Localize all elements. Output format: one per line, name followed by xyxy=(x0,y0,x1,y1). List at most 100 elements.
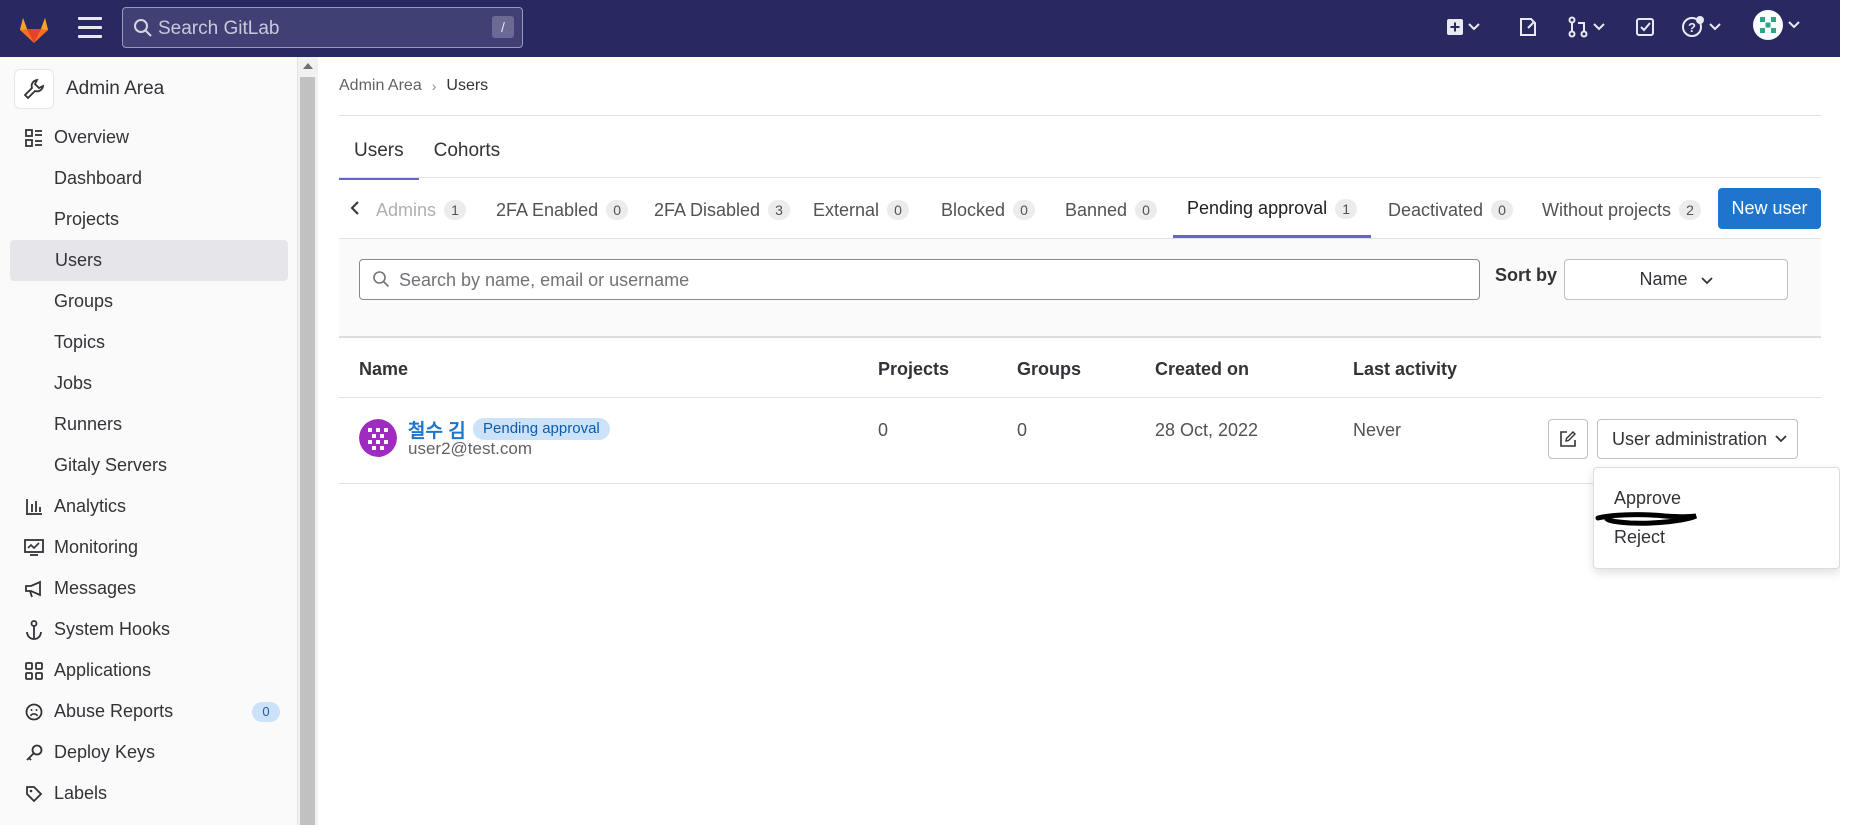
todo-check-glyph xyxy=(1636,18,1654,36)
todos-icon[interactable] xyxy=(1635,14,1655,40)
tab-banned[interactable]: Banned 0 xyxy=(1065,182,1158,238)
tab-2fa-enabled[interactable]: 2FA Enabled 0 xyxy=(496,182,629,238)
sidebar-item-gitaly-servers[interactable]: Gitaly Servers xyxy=(0,445,298,486)
issues-glyph xyxy=(1520,18,1536,36)
monitoring-icon xyxy=(22,536,46,560)
tab-count: 1 xyxy=(444,200,467,220)
scroll-up-arrow-icon[interactable] xyxy=(303,63,313,69)
sidebar-item-label: Projects xyxy=(54,209,120,229)
sort-value: Name xyxy=(1639,269,1688,289)
sidebar-item-label: Overview xyxy=(54,127,130,147)
user-avatar[interactable] xyxy=(359,419,397,457)
tab-label: Admins xyxy=(376,199,437,220)
search-placeholder: Search GitLab xyxy=(158,18,280,39)
tab-count: 1 xyxy=(1335,198,1358,219)
user-administration-label: User administration xyxy=(1612,428,1768,449)
tab-external[interactable]: External 0 xyxy=(813,182,910,238)
tab-admins[interactable]: Admins 1 xyxy=(376,182,467,238)
sidebar-item-label: Abuse Reports xyxy=(54,701,174,721)
hamburger-icon[interactable] xyxy=(78,17,102,39)
sidebar-header[interactable]: Admin Area xyxy=(14,69,164,109)
breadcrumb-root-link[interactable]: Admin Area xyxy=(339,77,422,95)
hook-icon xyxy=(22,618,46,642)
cell-created-on: 28 Oct, 2022 xyxy=(1155,420,1259,440)
table-header: Name Projects Groups Created on Last act… xyxy=(339,340,1821,398)
main-content: Admin Area › Users Users Cohorts Admins 1… xyxy=(318,57,1840,825)
tab-2fa-disabled[interactable]: 2FA Disabled 3 xyxy=(654,182,791,238)
sidebar-item-labels[interactable]: Labels xyxy=(0,773,298,814)
sidebar-item-analytics[interactable]: Analytics xyxy=(0,486,298,527)
sidebar-title: Admin Area xyxy=(66,78,165,99)
cell-last-activity: Never xyxy=(1353,420,1402,440)
hand-drawn-underline-mark xyxy=(1595,512,1698,526)
column-header-projects: Projects xyxy=(878,359,950,379)
user-menu[interactable] xyxy=(1752,10,1800,40)
tab-count: 3 xyxy=(768,200,791,220)
sidebar-item-applications[interactable]: Applications xyxy=(0,650,298,691)
help-menu[interactable]: ? xyxy=(1681,14,1721,40)
user-email: user2@test.com xyxy=(408,439,533,458)
breadcrumb-chevron-icon: › xyxy=(431,78,437,94)
chevron-down-icon xyxy=(1593,23,1605,31)
scroll-left-chevron-icon[interactable] xyxy=(349,200,361,216)
page-tabs: Users Cohorts xyxy=(339,137,515,180)
sidebar-item-abuse-reports[interactable]: Abuse Reports 0 xyxy=(0,691,298,732)
help-icon: ? xyxy=(1682,16,1704,37)
new-user-button[interactable]: New user xyxy=(1718,188,1821,229)
merge-requests-icon[interactable] xyxy=(1567,14,1605,40)
tab-label: Without projects xyxy=(1542,199,1672,220)
tab-label: Banned xyxy=(1065,199,1128,220)
sidebar-item-dashboard[interactable]: Dashboard xyxy=(0,158,298,199)
edit-user-button[interactable] xyxy=(1548,419,1588,459)
chevron-down-icon xyxy=(1709,23,1721,31)
sidebar-item-projects[interactable]: Projects xyxy=(0,199,298,240)
sort-dropdown[interactable]: Name xyxy=(1564,259,1788,300)
divider xyxy=(339,177,1821,178)
issues-icon[interactable] xyxy=(1518,14,1538,40)
sidebar-nav: Overview Dashboard Projects Users Groups… xyxy=(0,117,298,814)
tab-count: 0 xyxy=(887,200,910,220)
user-search-input[interactable]: Search by name, email or username xyxy=(359,259,1480,300)
sidebar-item-deploy-keys[interactable]: Deploy Keys xyxy=(0,732,298,773)
sidebar-item-runners[interactable]: Runners xyxy=(0,404,298,445)
sidebar-item-messages[interactable]: Messages xyxy=(0,568,298,609)
overview-icon xyxy=(22,126,46,150)
tab-cohorts[interactable]: Cohorts xyxy=(419,137,516,180)
tab-label: 2FA Enabled xyxy=(496,199,599,220)
scrollbar-thumb[interactable] xyxy=(300,77,315,825)
filter-bar: Search by name, email or username Sort b… xyxy=(339,239,1821,338)
sidebar-item-users[interactable]: Users xyxy=(10,240,288,281)
tab-pending-approval[interactable]: Pending approval 1 xyxy=(1173,182,1372,238)
tab-count: 0 xyxy=(1135,200,1158,220)
sidebar-item-label: Dashboard xyxy=(54,168,143,188)
tab-deactivated[interactable]: Deactivated 0 xyxy=(1388,182,1514,238)
user-filter-tabs: Admins 1 2FA Enabled 0 2FA Disabled 3 Exter… xyxy=(339,182,1821,238)
gitlab-logo[interactable] xyxy=(16,10,52,46)
sidebar-item-topics[interactable]: Topics xyxy=(0,322,298,363)
search-shortcut-hint: / xyxy=(492,16,514,38)
tab-users[interactable]: Users xyxy=(339,137,419,180)
menu-item-approve[interactable]: Approve xyxy=(1614,488,1681,509)
sidebar-item-monitoring[interactable]: Monitoring xyxy=(0,527,298,568)
user-administration-dropdown[interactable]: User administration xyxy=(1597,419,1798,459)
tab-label: 2FA Disabled xyxy=(654,199,761,220)
column-header-name: Name xyxy=(359,359,409,379)
sidebar-scrollbar[interactable] xyxy=(298,57,318,825)
top-bar: Search GitLab / ? xyxy=(0,0,1840,57)
tab-blocked[interactable]: Blocked 0 xyxy=(941,182,1036,238)
sidebar-item-overview[interactable]: Overview xyxy=(0,117,298,158)
column-header-last-activity: Last activity xyxy=(1353,359,1458,379)
analytics-icon xyxy=(22,495,46,519)
plus-square-icon xyxy=(1447,19,1463,35)
sidebar-item-jobs[interactable]: Jobs xyxy=(0,363,298,404)
chevron-down-icon xyxy=(1468,23,1480,31)
chevron-down-icon xyxy=(1788,21,1800,29)
menu-item-reject[interactable]: Reject xyxy=(1614,527,1665,548)
tab-count: 0 xyxy=(1013,200,1036,220)
new-item-menu[interactable] xyxy=(1446,14,1480,40)
sidebar-item-system-hooks[interactable]: System Hooks xyxy=(0,609,298,650)
sidebar-item-groups[interactable]: Groups xyxy=(0,281,298,322)
search-input[interactable]: Search GitLab / xyxy=(122,7,523,48)
tab-label: Pending approval xyxy=(1187,198,1328,218)
tab-without-projects[interactable]: Without projects 2 xyxy=(1542,182,1702,238)
